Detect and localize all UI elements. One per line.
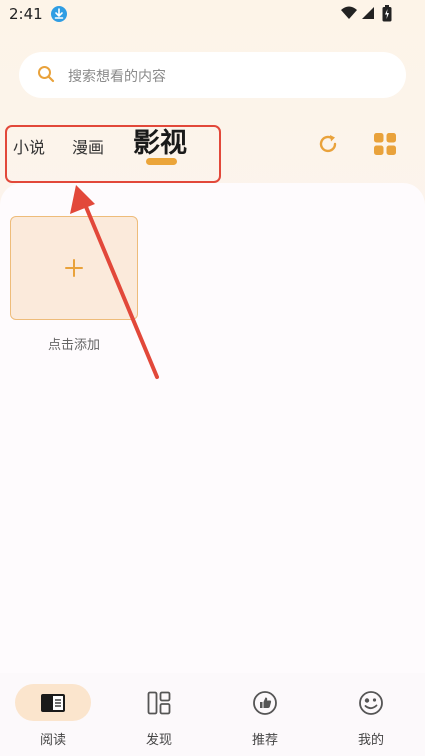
nav-discover[interactable]: 发现 xyxy=(106,673,212,756)
nav-profile[interactable]: 我的 xyxy=(318,673,424,756)
add-source-button[interactable] xyxy=(10,216,138,320)
nav-profile-label: 我的 xyxy=(357,733,384,748)
refresh-icon[interactable] xyxy=(317,133,339,155)
bottom-nav: 阅读 发现 推荐 我的 xyxy=(0,673,425,756)
grid-view-icon[interactable] xyxy=(373,132,397,156)
thumbs-up-icon xyxy=(253,691,277,715)
nav-discover-label: 发现 xyxy=(145,733,172,748)
download-icon xyxy=(51,6,67,22)
search-placeholder: 搜索想看的内容 xyxy=(68,69,166,85)
discover-layout-icon xyxy=(147,691,171,715)
search-icon xyxy=(38,66,55,83)
nav-recommend[interactable]: 推荐 xyxy=(212,673,318,756)
battery-icon xyxy=(382,5,392,22)
search-input[interactable]: 搜索想看的内容 xyxy=(19,52,406,98)
plus-icon xyxy=(65,259,83,277)
status-time: 2:41 xyxy=(9,5,43,23)
nav-read[interactable]: 阅读 xyxy=(0,673,106,756)
status-bar: 2:41 xyxy=(0,0,425,30)
add-label: 点击添加 xyxy=(47,338,100,353)
annotation-highlight-box xyxy=(5,125,221,183)
signal-icon xyxy=(362,7,374,19)
profile-face-icon xyxy=(359,691,383,715)
nav-read-label: 阅读 xyxy=(39,733,66,748)
wifi-icon xyxy=(341,6,357,19)
nav-recommend-label: 推荐 xyxy=(251,733,278,748)
book-icon xyxy=(41,694,65,712)
